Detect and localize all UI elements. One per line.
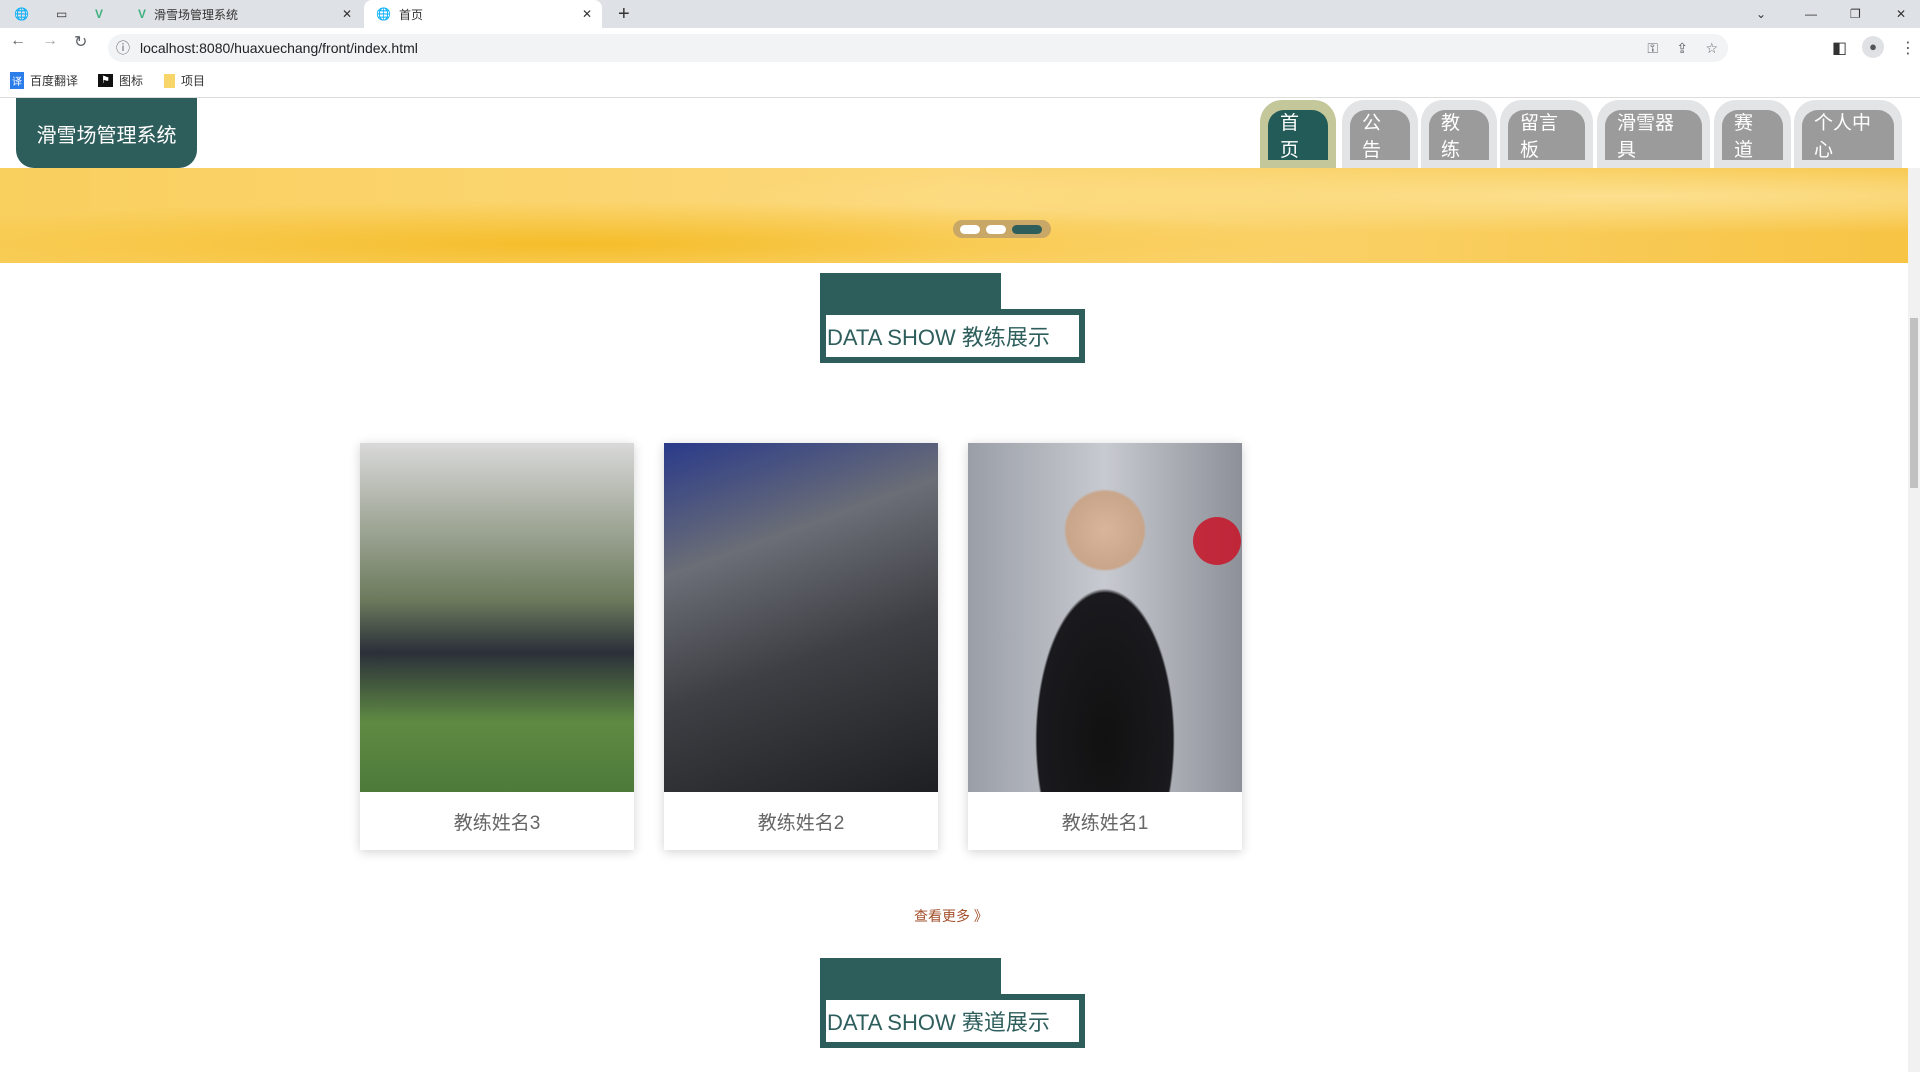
nav-label: 个人中心 xyxy=(1802,110,1894,161)
nav-label: 教练 xyxy=(1429,110,1489,161)
bookmark-label: 项目 xyxy=(181,74,206,88)
carousel-dot[interactable] xyxy=(986,224,1006,234)
browser-tab-2[interactable]: 🌐 首页 ✕ xyxy=(364,0,602,28)
close-window-icon[interactable]: ✕ xyxy=(1896,0,1906,28)
coach-card[interactable]: 教练姓名3 xyxy=(360,443,634,850)
coach-photo xyxy=(968,443,1242,792)
coach-name: 教练姓名2 xyxy=(757,812,845,834)
scrollbar-thumb[interactable] xyxy=(1910,318,1918,488)
minimize-icon[interactable]: — xyxy=(1805,0,1817,28)
restore-icon[interactable]: ❐ xyxy=(1850,0,1861,28)
nav-label: 滑雪器具 xyxy=(1605,110,1702,161)
bookmark-label: 图标 xyxy=(118,74,143,88)
carousel-banner[interactable] xyxy=(0,168,1908,263)
vue-icon[interactable]: V xyxy=(95,0,103,28)
carousel-indicators xyxy=(953,220,1051,238)
vue-icon: V xyxy=(138,7,147,21)
info-icon: ⓘ xyxy=(116,40,130,56)
translate-icon: 译 xyxy=(10,72,24,89)
menu-icon[interactable]: ⋮ xyxy=(1900,38,1916,58)
scrollbar[interactable] xyxy=(1908,168,1920,1072)
section-title-text: DATA SHOW 教练展示 xyxy=(820,309,1085,363)
title-decoration xyxy=(820,958,1001,994)
new-tab-icon[interactable]: + xyxy=(618,0,630,28)
tab-search-icon[interactable]: ⌄ xyxy=(1756,0,1766,28)
nav-track[interactable]: 赛道 xyxy=(1714,100,1791,168)
back-icon[interactable]: ← xyxy=(10,32,26,50)
bookmark-baidu-translate[interactable]: 译百度翻译 xyxy=(10,72,78,89)
coach-card[interactable]: 教练姓名1 xyxy=(968,443,1242,850)
share-icon[interactable]: ⇪ xyxy=(1676,40,1688,57)
tab-title: 滑雪场管理系统 xyxy=(154,7,239,22)
coach-name: 教练姓名1 xyxy=(1061,812,1149,834)
globe-icon: 🌐 xyxy=(376,7,391,21)
nav-message-board[interactable]: 留言板 xyxy=(1500,100,1593,168)
bookmark-folder-project[interactable]: 项目 xyxy=(164,72,205,89)
section-title-text: DATA SHOW 赛道展示 xyxy=(820,994,1085,1048)
side-panel-icon[interactable]: ◧ xyxy=(1832,38,1847,58)
carousel-dot[interactable] xyxy=(960,224,980,234)
nav-label: 首页 xyxy=(1268,110,1328,161)
carousel-dot-active[interactable] xyxy=(1012,224,1042,234)
cursor-highlight xyxy=(1193,517,1241,565)
nav-ski-equipment[interactable]: 滑雪器具 xyxy=(1597,100,1710,168)
coach-photo xyxy=(360,443,634,792)
coach-name: 教练姓名3 xyxy=(453,812,541,834)
nav-label: 赛道 xyxy=(1722,110,1783,161)
track-section-title: DATA SHOW 赛道展示 xyxy=(820,958,1085,1048)
globe-icon[interactable]: 🌐 xyxy=(14,0,29,28)
bookmarks-bar: 译百度翻译 ⚑ 图标 项目 xyxy=(0,66,1920,98)
pinned-tab-icon[interactable]: ▭ xyxy=(56,0,67,28)
browser-tab-1[interactable]: V 滑雪场管理系统 ✕ xyxy=(130,0,360,28)
site-logo[interactable]: 滑雪场管理系统 xyxy=(16,98,197,168)
star-icon[interactable]: ☆ xyxy=(1705,40,1718,57)
tab-title: 首页 xyxy=(398,7,423,22)
nav-notice[interactable]: 公告 xyxy=(1342,100,1418,168)
folder-icon xyxy=(164,73,175,88)
view-more-link[interactable]: 查看更多 》 xyxy=(914,906,988,926)
url-text: localhost:8080/huaxuechang/front/index.h… xyxy=(140,40,418,56)
bookmark-icons[interactable]: ⚑ 图标 xyxy=(98,72,143,89)
key-icon[interactable]: ⚿ xyxy=(1647,40,1658,57)
nav-label: 公告 xyxy=(1350,110,1410,161)
nav-coach[interactable]: 教练 xyxy=(1421,100,1497,168)
coach-card[interactable]: 教练姓名2 xyxy=(664,443,938,850)
coach-photo xyxy=(664,443,938,792)
forward-icon[interactable]: → xyxy=(42,32,58,50)
browser-tab-strip: 🌐 ▭ V V 滑雪场管理系统 ✕ 🌐 首页 ✕ + ⌄ — ❐ ✕ xyxy=(0,0,1920,28)
nav-home[interactable]: 首页 xyxy=(1260,100,1336,168)
close-tab-icon[interactable]: ✕ xyxy=(342,7,352,21)
reload-icon[interactable]: ↻ xyxy=(74,32,87,52)
profile-icon[interactable]: ● xyxy=(1862,36,1884,58)
close-tab-icon[interactable]: ✕ xyxy=(582,7,592,21)
bookmark-label: 百度翻译 xyxy=(30,74,79,88)
coach-section-title: DATA SHOW 教练展示 xyxy=(820,273,1085,363)
url-input[interactable]: ⓘ localhost:8080/huaxuechang/front/index… xyxy=(108,34,1728,62)
nav-label: 留言板 xyxy=(1508,110,1585,161)
nav-personal-center[interactable]: 个人中心 xyxy=(1794,100,1902,168)
flag-icon: ⚑ xyxy=(98,74,113,87)
title-decoration xyxy=(820,273,1001,309)
